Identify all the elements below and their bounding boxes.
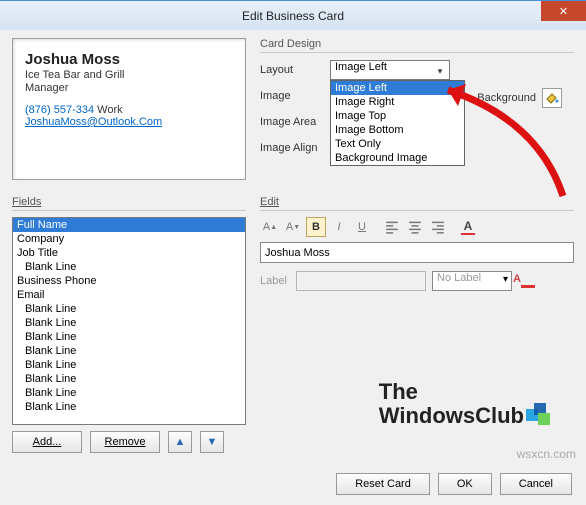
arrow-up-icon: ▲ bbox=[175, 436, 186, 448]
label-color-button[interactable]: A bbox=[518, 271, 538, 291]
label-position-combo[interactable]: No Label bbox=[432, 271, 512, 291]
align-left-button[interactable] bbox=[382, 217, 402, 237]
field-item[interactable]: Business Phone bbox=[13, 274, 245, 288]
fields-group: Fields Full NameCompanyJob TitleBlank Li… bbox=[12, 196, 246, 453]
preview-title: Manager bbox=[25, 82, 233, 94]
increase-font-button[interactable]: A▲ bbox=[260, 217, 280, 237]
chevron-down-icon: ▾ bbox=[433, 63, 447, 79]
field-item[interactable]: Blank Line bbox=[13, 344, 245, 358]
edit-label: Edit bbox=[260, 196, 574, 211]
preview-company: Ice Tea Bar and Grill bbox=[25, 69, 233, 81]
field-item[interactable]: Blank Line bbox=[13, 358, 245, 372]
reset-card-button[interactable]: Reset Card bbox=[336, 473, 430, 495]
field-item[interactable]: Blank Line bbox=[13, 386, 245, 400]
ok-button[interactable]: OK bbox=[438, 473, 492, 495]
layout-option[interactable]: Image Right bbox=[331, 95, 464, 109]
card-preview: Joshua Moss Ice Tea Bar and Grill Manage… bbox=[12, 38, 246, 180]
image-area-label: Image Area bbox=[260, 116, 330, 128]
close-button[interactable]: ✕ bbox=[541, 1, 586, 21]
field-text-input[interactable] bbox=[260, 242, 574, 263]
dialog-body: Joshua Moss Ice Tea Bar and Grill Manage… bbox=[0, 30, 586, 505]
decrease-font-button[interactable]: A▼ bbox=[283, 217, 303, 237]
field-item[interactable]: Job Title bbox=[13, 246, 245, 260]
move-down-button[interactable]: ▼ bbox=[200, 431, 224, 453]
layout-option[interactable]: Text Only bbox=[331, 137, 464, 151]
preview-email: JoshuaMoss@Outlook.Com bbox=[25, 116, 233, 128]
field-item[interactable]: Blank Line bbox=[13, 330, 245, 344]
layout-combo[interactable]: Image Left ▾ bbox=[330, 60, 450, 80]
field-item[interactable]: Full Name bbox=[13, 218, 245, 232]
layout-option[interactable]: Image Left bbox=[331, 81, 464, 95]
window-title: Edit Business Card bbox=[242, 9, 344, 23]
bold-button[interactable]: B bbox=[306, 217, 326, 237]
layout-option[interactable]: Image Bottom bbox=[331, 123, 464, 137]
watermark-logo: The WindowsClub bbox=[379, 380, 550, 427]
layout-label: Layout bbox=[260, 64, 330, 76]
underline-button[interactable]: U bbox=[352, 217, 372, 237]
align-center-button[interactable] bbox=[405, 217, 425, 237]
image-align-label: Image Align bbox=[260, 142, 330, 154]
attribution: wsxcn.com bbox=[517, 447, 576, 461]
image-label: Image bbox=[260, 90, 330, 102]
field-item[interactable]: Blank Line bbox=[13, 316, 245, 330]
field-item[interactable]: Email bbox=[13, 288, 245, 302]
field-item[interactable]: Blank Line bbox=[13, 372, 245, 386]
remove-button[interactable]: Remove bbox=[90, 431, 160, 453]
preview-name: Joshua Moss bbox=[25, 51, 233, 68]
fields-listbox[interactable]: Full NameCompanyJob TitleBlank LineBusin… bbox=[12, 217, 246, 425]
label-caption: Label bbox=[260, 275, 290, 287]
font-color-button[interactable]: A bbox=[458, 217, 478, 237]
move-up-button[interactable]: ▲ bbox=[168, 431, 192, 453]
arrow-down-icon: ▼ bbox=[207, 436, 218, 448]
card-design-group: Card Design Layout Image Left ▾ Image Le… bbox=[260, 38, 574, 180]
background-color-button[interactable] bbox=[542, 88, 562, 108]
preview-phone: (876) 557-334 Work bbox=[25, 104, 233, 116]
fields-label: Fields bbox=[12, 196, 246, 211]
align-right-button[interactable] bbox=[428, 217, 448, 237]
field-item[interactable]: Blank Line bbox=[13, 302, 245, 316]
format-toolbar: A▲ A▼ B I U A bbox=[260, 217, 574, 237]
background-label: Background bbox=[477, 92, 536, 104]
card-design-label: Card Design bbox=[260, 38, 574, 53]
add-button[interactable]: Add... bbox=[12, 431, 82, 453]
label-input[interactable] bbox=[296, 271, 426, 291]
field-item[interactable]: Blank Line bbox=[13, 400, 245, 414]
layout-dropdown[interactable]: Image LeftImage RightImage TopImage Bott… bbox=[330, 80, 465, 166]
field-item[interactable]: Blank Line bbox=[13, 260, 245, 274]
cancel-button[interactable]: Cancel bbox=[500, 473, 572, 495]
paint-bucket-icon bbox=[545, 91, 559, 105]
italic-button[interactable]: I bbox=[329, 217, 349, 237]
dialog-buttons: Reset Card OK Cancel bbox=[336, 473, 572, 495]
field-item[interactable]: Company bbox=[13, 232, 245, 246]
layout-option[interactable]: Image Top bbox=[331, 109, 464, 123]
layout-option[interactable]: Background Image bbox=[331, 151, 464, 165]
title-bar: Edit Business Card ✕ bbox=[0, 0, 586, 30]
